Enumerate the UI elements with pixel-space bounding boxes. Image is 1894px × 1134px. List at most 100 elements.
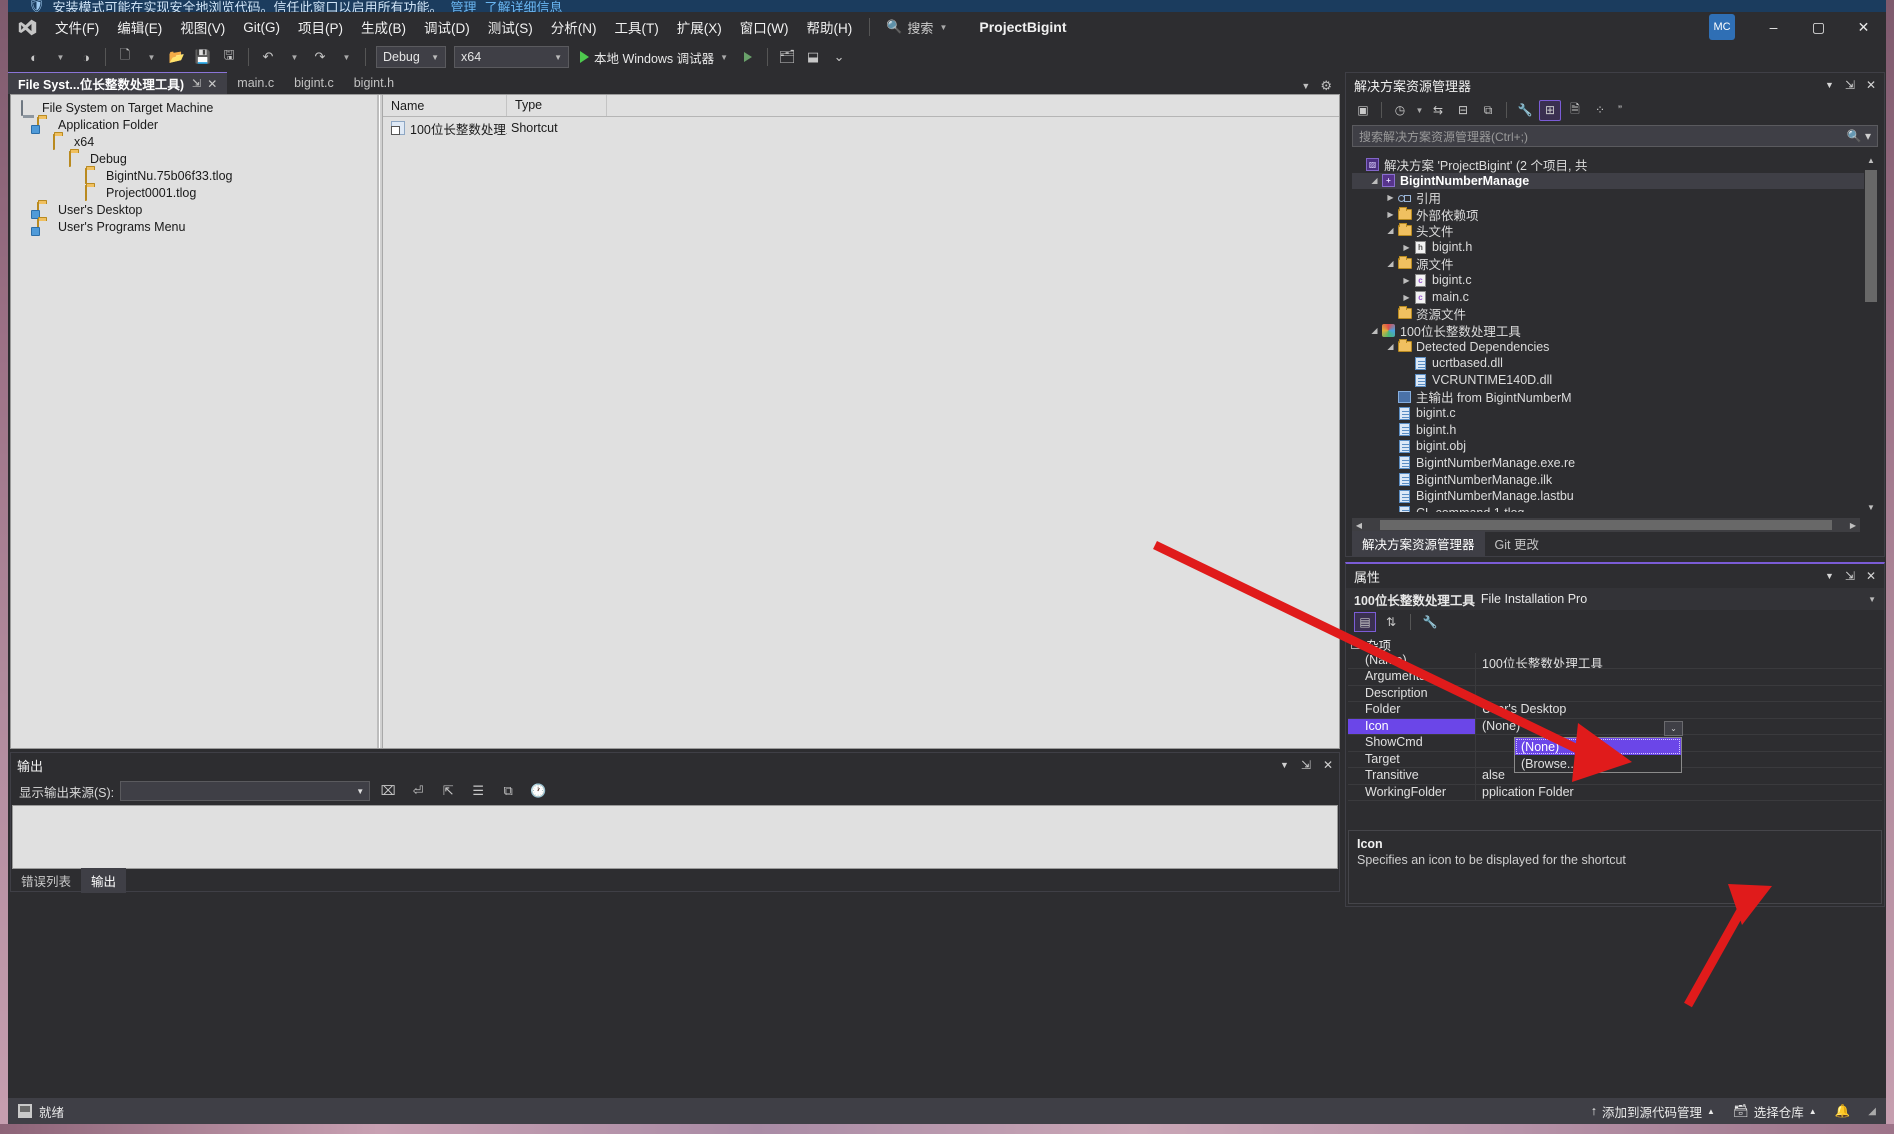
property-value[interactable]: 100位长整数处理工具: [1476, 653, 1882, 669]
start-without-debugging-icon[interactable]: [736, 45, 760, 69]
menu-extensions[interactable]: 扩展(X): [668, 13, 731, 41]
tab-main-c[interactable]: main.c: [227, 72, 285, 94]
property-row[interactable]: Arguments: [1348, 669, 1882, 686]
pin-icon[interactable]: ⇲: [192, 77, 201, 90]
solution-explorer-row[interactable]: BigintNumberManage.lastbu: [1352, 488, 1878, 505]
solution-explorer-row[interactable]: ▶ 引用: [1352, 189, 1878, 206]
file-system-tree-row[interactable]: Debug: [17, 150, 377, 167]
tab-file-system-editor[interactable]: File Syst...位长整数处理工具) ⇲ ✕: [8, 72, 228, 94]
chevron-down-icon[interactable]: ▼: [1825, 80, 1834, 90]
solution-explorer-row[interactable]: ◢ + BigintNumberManage: [1352, 172, 1878, 190]
close-icon[interactable]: ✕: [1866, 78, 1876, 92]
chevron-down-icon[interactable]: ▼: [1414, 100, 1424, 121]
close-icon[interactable]: ✕: [1323, 758, 1333, 772]
tab-git-changes[interactable]: Git 更改: [1485, 531, 1549, 556]
solution-explorer-row[interactable]: ▶ c bigint.c: [1352, 272, 1878, 289]
expander-collapsed-icon[interactable]: ▶: [1384, 193, 1397, 202]
pin-icon[interactable]: ⇲: [1845, 569, 1855, 583]
tab-bigint-h[interactable]: bigint.h: [343, 72, 405, 94]
property-row[interactable]: Icon (None): [1348, 718, 1882, 735]
file-system-tree-row[interactable]: User's Desktop: [17, 201, 377, 218]
menu-help[interactable]: 帮助(H): [797, 13, 861, 41]
save-icon[interactable]: 💾: [191, 45, 215, 69]
info-bar-manage-link[interactable]: 管理: [451, 0, 477, 12]
solution-explorer-row[interactable]: ▨ 解决方案 'ProjectBigint' (2 个项目, 共: [1352, 156, 1878, 173]
wrap-text-icon[interactable]: ⏎: [406, 779, 430, 803]
add-to-source-control-button[interactable]: ↑ 添加到源代码管理 ▲: [1591, 1102, 1715, 1121]
solution-explorer-row[interactable]: bigint.h: [1352, 422, 1878, 439]
solution-explorer-search-input[interactable]: 搜索解决方案资源管理器(Ctrl+;) 🔍 ▾: [1352, 125, 1878, 147]
solution-platform-select[interactable]: x64 ▼: [454, 46, 569, 68]
solution-explorer-row[interactable]: BigintNumberManage.ilk: [1352, 471, 1878, 488]
gear-icon[interactable]: ⚙: [1320, 78, 1332, 94]
new-project-icon[interactable]: 🗋: [113, 45, 137, 69]
solution-explorer-vertical-scrollbar[interactable]: ▲ ▼: [1864, 156, 1878, 512]
redo-dropdown-icon[interactable]: ▼: [334, 45, 358, 69]
expander-expanded-icon[interactable]: ◢: [1368, 176, 1381, 185]
chevron-down-icon[interactable]: ▼: [1825, 571, 1834, 581]
file-system-tree-row[interactable]: BigintNu.75b06f33.tlog: [17, 167, 377, 184]
solution-configuration-select[interactable]: Debug ▼: [376, 46, 446, 68]
menu-view[interactable]: 视图(V): [171, 13, 234, 41]
scroll-up-icon[interactable]: ▲: [1864, 156, 1878, 165]
scroll-down-icon[interactable]: ▼: [1864, 503, 1878, 512]
icon-dropdown-button[interactable]: ⌄: [1664, 721, 1683, 736]
output-text-area[interactable]: [12, 805, 1338, 869]
solution-explorer-row[interactable]: 资源文件: [1352, 305, 1878, 322]
solution-explorer-row[interactable]: bigint.obj: [1352, 438, 1878, 455]
clear-all-icon[interactable]: ⌧: [376, 779, 400, 803]
resize-grip-icon[interactable]: ◢: [1868, 1106, 1876, 1117]
show-all-files-icon[interactable]: ⊞: [1539, 99, 1561, 121]
tab-solution-explorer[interactable]: 解决方案资源管理器: [1352, 530, 1485, 556]
tab-output[interactable]: 输出: [81, 867, 127, 893]
go-to-message-icon[interactable]: ⇱: [436, 779, 460, 803]
navigate-forward-icon[interactable]: ◑: [74, 45, 98, 69]
file-list-row[interactable]: 100位长整数处理工... Shortcut: [383, 117, 1339, 139]
solution-explorer-tree[interactable]: ▨ 解决方案 'ProjectBigint' (2 个项目, 共 ◢ + Big…: [1352, 156, 1878, 512]
menu-debug[interactable]: 调试(D): [415, 13, 479, 41]
info-bar-learn-more-link[interactable]: 了解详细信息: [485, 0, 563, 12]
expander-expanded-icon[interactable]: ◢: [1384, 226, 1397, 235]
maximize-button[interactable]: ▢: [1796, 12, 1841, 42]
column-header-type[interactable]: Type: [507, 95, 607, 116]
solution-explorer-row[interactable]: ◢ 头文件: [1352, 222, 1878, 239]
property-row[interactable]: Description: [1348, 685, 1882, 702]
file-system-tree-row[interactable]: Application Folder: [17, 116, 377, 133]
redo-icon[interactable]: ↷: [308, 45, 332, 69]
dropdown-option-none[interactable]: (None): [1515, 738, 1681, 755]
property-value[interactable]: [1476, 686, 1882, 702]
menu-window[interactable]: 窗口(W): [731, 13, 798, 41]
pin-icon[interactable]: ⇲: [1301, 758, 1311, 772]
properties-category-header[interactable]: − 杂项: [1348, 636, 1882, 653]
solution-explorer-row[interactable]: ▶ h bigint.h: [1352, 239, 1878, 256]
collapse-all-icon[interactable]: ⊟: [1452, 100, 1474, 121]
select-next-statement-icon[interactable]: ⬓: [801, 45, 825, 69]
solution-explorer-row[interactable]: 主输出 from BigintNumberM: [1352, 388, 1878, 405]
menu-analyze[interactable]: 分析(N): [542, 13, 606, 41]
undo-icon[interactable]: ↶: [256, 45, 280, 69]
alphabetical-sort-icon[interactable]: ⇅: [1380, 612, 1402, 632]
solution-explorer-row[interactable]: VCRUNTIME140D.dll: [1352, 372, 1878, 389]
collapse-icon[interactable]: −: [1351, 639, 1360, 649]
chevron-down-icon[interactable]: ▼: [1280, 760, 1289, 770]
solution-icon[interactable]: ▣: [1352, 100, 1374, 121]
navigate-backward-dropdown-icon[interactable]: ▼: [48, 45, 72, 69]
solution-explorer-row[interactable]: ◢ 源文件: [1352, 256, 1878, 272]
clock-icon[interactable]: 🕐: [526, 779, 550, 803]
property-row[interactable]: (Name) 100位长整数处理工具: [1348, 652, 1882, 669]
expander-collapsed-icon[interactable]: ▶: [1400, 243, 1413, 252]
file-system-tree-row[interactable]: User's Programs Menu: [17, 218, 377, 235]
file-system-tree-row[interactable]: x64: [17, 133, 377, 150]
chevron-down-icon[interactable]: ▼: [1301, 81, 1310, 91]
solution-explorer-row[interactable]: BigintNumberManage.exe.re: [1352, 455, 1878, 472]
sync-with-active-document-icon[interactable]: ⇆: [1427, 100, 1449, 121]
view-class-diagram-icon[interactable]: ⁘: [1589, 100, 1611, 121]
list-icon[interactable]: ☰: [466, 779, 490, 803]
minimize-button[interactable]: –: [1751, 12, 1796, 42]
expander-expanded-icon[interactable]: ◢: [1384, 259, 1397, 268]
categorized-view-icon[interactable]: ▤: [1354, 612, 1376, 632]
menu-file[interactable]: 文件(F): [46, 13, 108, 41]
menu-edit[interactable]: 编辑(E): [108, 13, 171, 41]
file-system-tree-row[interactable]: File System on Target Machine: [17, 99, 377, 116]
menu-tools[interactable]: 工具(T): [606, 13, 668, 41]
